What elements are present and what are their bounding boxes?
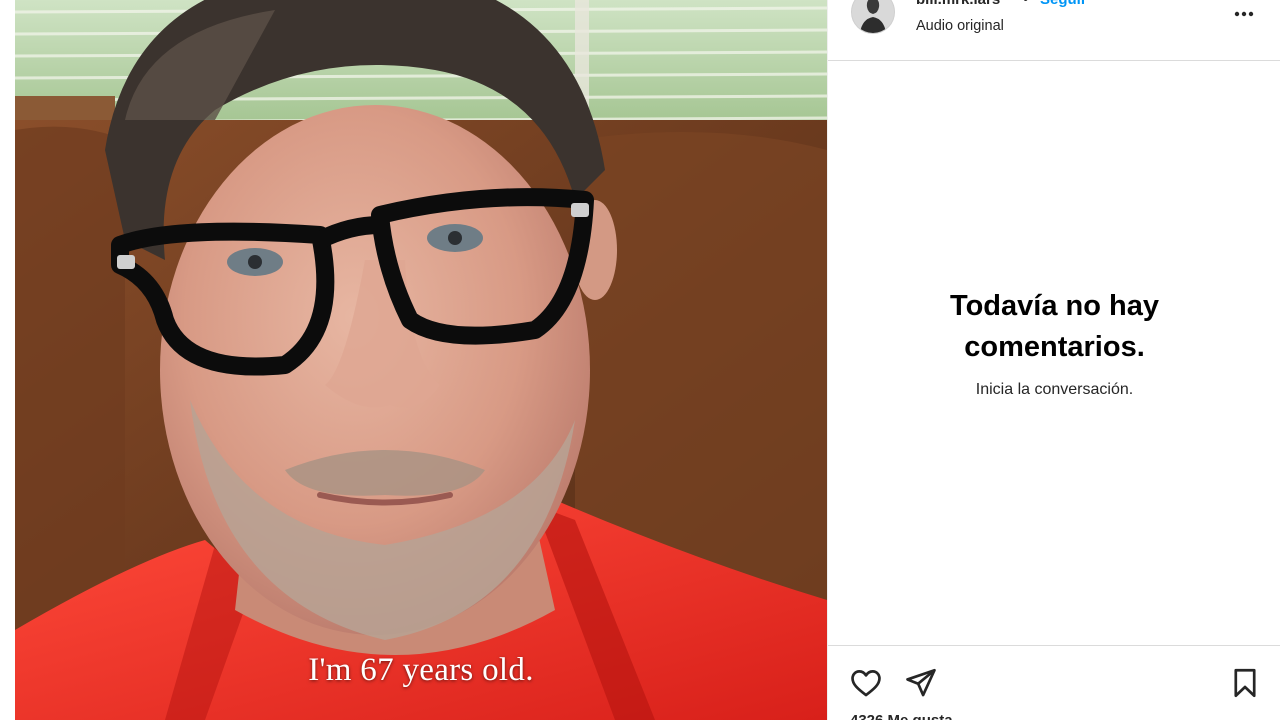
separator-dot: • bbox=[1023, 0, 1028, 8]
comments-panel: bill.mrk.lars • Seguir Audio original To… bbox=[827, 0, 1280, 720]
follow-button[interactable]: Seguir bbox=[1040, 0, 1087, 8]
more-horizontal-icon bbox=[1234, 11, 1254, 17]
instagram-post-view: I'm 67 years old. bill.mrk.lars • Seguir… bbox=[0, 0, 1280, 720]
send-icon bbox=[906, 668, 936, 697]
likes-count[interactable]: 4326 Me gusta bbox=[850, 712, 953, 720]
share-button[interactable] bbox=[904, 666, 938, 700]
video-caption: I'm 67 years old. bbox=[308, 652, 534, 688]
empty-comments-subtitle: Inicia la conversación. bbox=[975, 381, 1134, 398]
post-video[interactable]: I'm 67 years old. bbox=[15, 0, 827, 720]
avatar[interactable] bbox=[851, 0, 895, 34]
no-comments-empty-state: Todavía no hay comentarios. Inicia la co… bbox=[828, 286, 1280, 399]
audio-label[interactable]: Audio original bbox=[916, 18, 1004, 34]
empty-comments-title: Todavía no hay comentarios. bbox=[950, 290, 1159, 363]
post-actions-bar: 4326 Me gusta bbox=[828, 645, 1280, 720]
bookmark-icon bbox=[1234, 668, 1256, 698]
more-options-button[interactable] bbox=[1228, 2, 1260, 26]
like-button[interactable] bbox=[849, 666, 883, 700]
video-frame-illustration bbox=[15, 0, 827, 720]
avatar-image bbox=[852, 0, 894, 33]
username-link[interactable]: bill.mrk.lars bbox=[916, 0, 1000, 8]
post-header: bill.mrk.lars • Seguir Audio original bbox=[828, 0, 1280, 61]
heart-icon bbox=[851, 670, 881, 697]
save-button[interactable] bbox=[1228, 666, 1262, 700]
